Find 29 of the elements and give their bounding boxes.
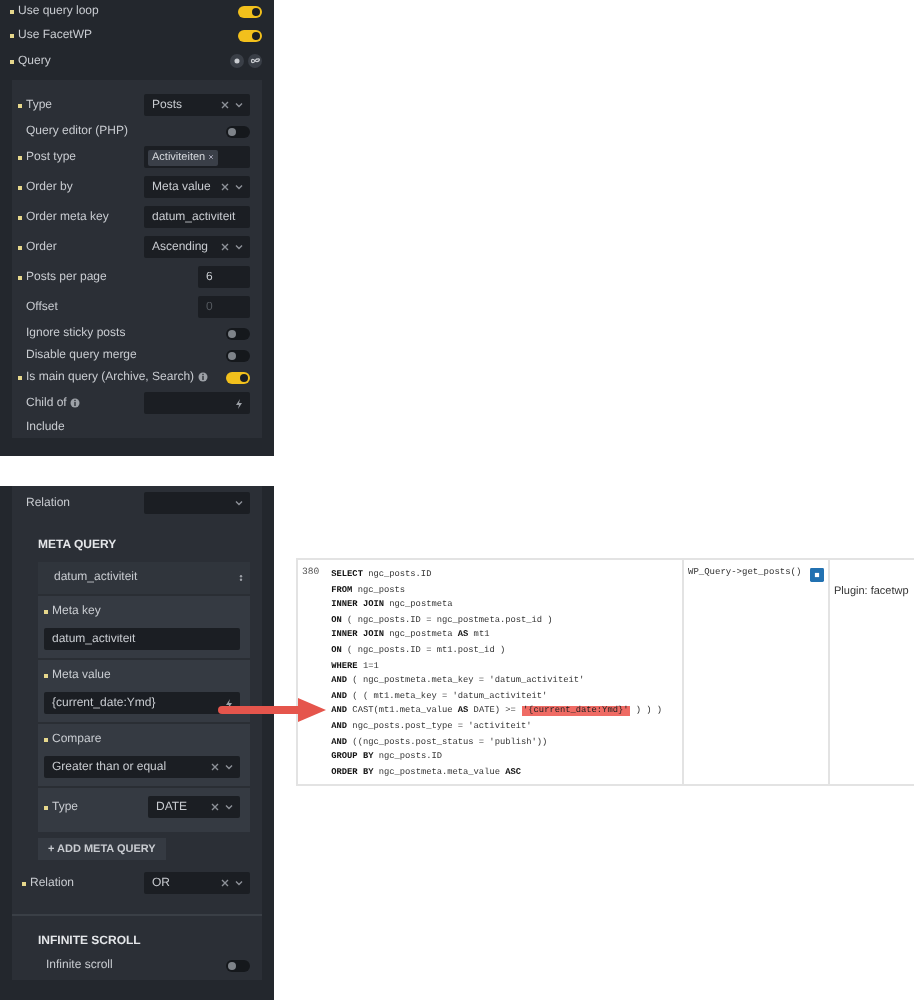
chevron-down-icon xyxy=(234,242,244,252)
chevron-down-icon xyxy=(224,802,234,812)
bolt-icon xyxy=(234,397,244,409)
toggle-switch[interactable] xyxy=(226,371,250,383)
expand-icon[interactable] xyxy=(810,568,824,582)
chevron-down-icon xyxy=(234,100,244,110)
chevron-down-icon xyxy=(234,878,244,888)
drag-handle-icon[interactable] xyxy=(238,570,244,586)
infinity-icon[interactable] xyxy=(248,54,262,68)
toggle-switch[interactable] xyxy=(226,125,250,137)
toggle-switch[interactable] xyxy=(226,960,250,972)
clear-icon xyxy=(210,762,220,772)
chevron-down-icon xyxy=(224,762,234,772)
clear-icon xyxy=(220,878,230,888)
clear-icon xyxy=(210,802,220,812)
select-field[interactable] xyxy=(144,492,250,514)
arrow xyxy=(218,698,326,722)
clear-icon xyxy=(220,242,230,252)
dot-icon[interactable] xyxy=(230,54,244,68)
clear-icon xyxy=(220,182,230,192)
chevron-down-icon xyxy=(234,182,244,192)
chevron-down-icon xyxy=(234,498,244,508)
toggle-switch[interactable] xyxy=(238,30,262,42)
toggle-switch[interactable] xyxy=(238,6,262,18)
toggle-switch[interactable] xyxy=(226,327,250,339)
remove-icon xyxy=(207,154,214,160)
toggle-switch[interactable] xyxy=(226,349,250,361)
dynamic-field[interactable] xyxy=(144,392,250,414)
clear-icon xyxy=(220,100,230,110)
